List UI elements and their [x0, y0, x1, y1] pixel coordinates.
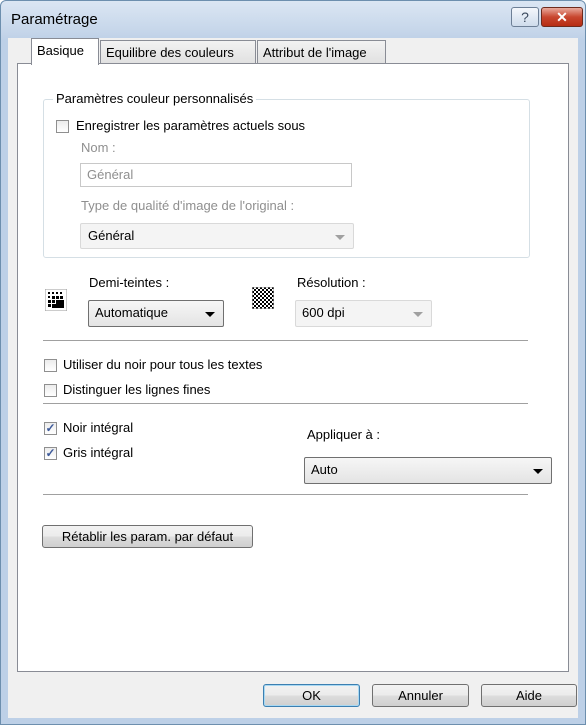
help-icon: ? — [521, 9, 529, 25]
black-text-label: Utiliser du noir pour tous les textes — [63, 357, 263, 372]
pure-gray-label: Gris intégral — [63, 445, 134, 460]
halftone-value: Automatique — [95, 305, 168, 320]
fine-lines-checkbox[interactable] — [44, 384, 57, 397]
tab-image-attribute[interactable]: Attribut de l'image — [257, 40, 386, 63]
checkmark-icon: ✓ — [45, 446, 56, 460]
close-button[interactable]: ✕ — [541, 7, 583, 27]
tab-basique[interactable]: Basique — [31, 38, 99, 65]
halftone-label: Demi-teintes : — [89, 275, 170, 290]
halftone-pattern-icon — [45, 289, 67, 311]
reset-defaults-button[interactable]: Rétablir les param. par défaut — [42, 525, 253, 548]
tab-label: Equilibre des couleurs — [106, 45, 234, 60]
quality-type-select[interactable]: Général — [80, 223, 354, 249]
tab-label: Attribut de l'image — [263, 45, 367, 60]
fine-lines-label: Distinguer les lignes fines — [63, 382, 211, 397]
close-icon: ✕ — [556, 8, 568, 25]
pure-black-label: Noir intégral — [63, 420, 134, 435]
separator — [43, 494, 528, 495]
chevron-down-icon — [335, 235, 345, 240]
name-field[interactable]: Général — [80, 163, 352, 187]
resolution-value: 600 dpi — [302, 305, 345, 320]
name-field-value: Général — [87, 167, 134, 182]
apply-to-select[interactable]: Auto — [304, 457, 552, 484]
settings-dialog: Paramétrage ? ✕ Basique Equilibre des co… — [0, 0, 586, 725]
save-settings-checkbox[interactable] — [56, 120, 69, 133]
resolution-select[interactable]: 600 dpi — [295, 300, 432, 327]
separator — [43, 403, 528, 404]
apply-to-value: Auto — [311, 462, 338, 477]
custom-color-legend: Paramètres couleur personnalisés — [53, 91, 257, 106]
tab-color-balance[interactable]: Equilibre des couleurs — [100, 40, 256, 63]
quality-type-label: Type de qualité d'image de l'original : — [81, 198, 295, 213]
cancel-button[interactable]: Annuler — [372, 684, 469, 707]
ok-button[interactable]: OK — [263, 684, 360, 707]
chevron-down-icon — [205, 312, 215, 317]
name-label: Nom : — [81, 140, 116, 155]
halftone-select[interactable]: Automatique — [88, 300, 224, 327]
quality-type-value: Général — [88, 228, 135, 243]
help-button[interactable]: Aide — [481, 684, 577, 707]
black-text-checkbox[interactable] — [44, 359, 57, 372]
tab-label: Basique — [37, 43, 84, 58]
separator — [43, 340, 528, 341]
apply-to-label: Appliquer à : — [307, 427, 380, 442]
chevron-down-icon — [413, 312, 423, 317]
save-settings-label: Enregistrer les paramètres actuels sous — [76, 118, 306, 133]
resolution-label: Résolution : — [297, 275, 366, 290]
help-title-button[interactable]: ? — [511, 7, 539, 27]
chevron-down-icon — [533, 469, 543, 474]
checkerboard-icon — [252, 287, 274, 309]
pure-black-checkbox[interactable]: ✓ — [44, 422, 57, 435]
window-title: Paramétrage — [11, 11, 98, 28]
checkmark-icon: ✓ — [45, 421, 56, 435]
pure-gray-checkbox[interactable]: ✓ — [44, 447, 57, 460]
